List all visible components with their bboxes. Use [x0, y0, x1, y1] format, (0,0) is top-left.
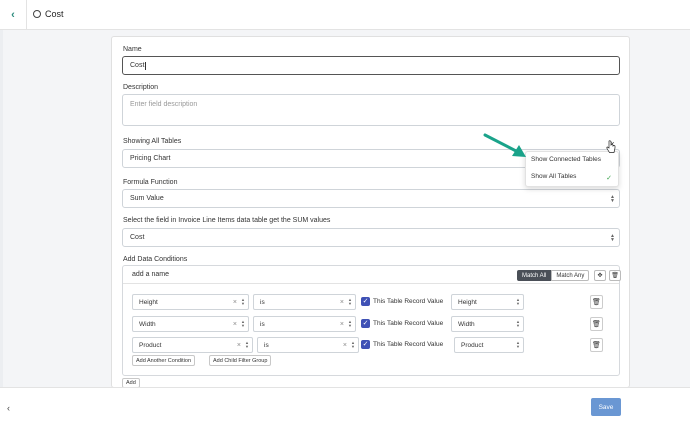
- condition-value: Height: [458, 298, 477, 306]
- condition-row: Width × ▲ ▼ is × ▲ ▼ ✓ This Table Record Value …: [132, 316, 612, 332]
- menu-item-connected-tables[interactable]: Show Connected Tables: [531, 156, 601, 163]
- add-child-group-button[interactable]: Add Child Filter Group: [209, 355, 272, 366]
- sum-field-select-value: Cost: [130, 234, 145, 241]
- condition-operator-select[interactable]: is × ▲ ▼: [253, 316, 356, 332]
- condition-field-select[interactable]: Width × ▲ ▼: [132, 316, 249, 332]
- record-value-checkbox[interactable]: ✓ This Table Record Value: [361, 340, 443, 349]
- condition-field-select[interactable]: Product × ▲ ▼: [132, 337, 253, 353]
- clear-icon[interactable]: ×: [340, 321, 344, 328]
- move-icon[interactable]: ✥: [594, 270, 606, 281]
- select-arrows-icon: ▲ ▼: [241, 297, 245, 306]
- condition-value-select[interactable]: Product ▲ ▼: [454, 337, 524, 353]
- select-arrows-icon: ▲ ▼: [516, 319, 520, 328]
- save-button[interactable]: Save: [591, 398, 621, 416]
- condition-operator-select[interactable]: is × ▲ ▼: [257, 337, 359, 353]
- back-button[interactable]: ‹: [0, 0, 27, 30]
- delete-condition-icon[interactable]: 🗑: [590, 317, 603, 331]
- formula-select[interactable]: Sum Value ▲ ▼: [122, 189, 620, 208]
- title-area: Cost: [33, 9, 64, 19]
- tables-label: Showing All Tables: [123, 138, 182, 145]
- select-arrows-icon: ▲ ▼: [610, 232, 615, 243]
- conditions-label: Add Data Conditions: [123, 256, 188, 263]
- conditions-group: add a name Match All Match Any ✥ 🗑 Heigh…: [122, 265, 621, 376]
- condition-field-value: Height: [139, 298, 158, 306]
- chevron-left-icon: ‹: [11, 9, 15, 21]
- field-editor-panel: Name Cost Description Enter field descri…: [111, 36, 630, 388]
- footer-bar: ‹ Save: [0, 387, 690, 426]
- name-label: Name: [123, 46, 142, 53]
- condition-value: Product: [461, 341, 484, 349]
- description-label: Description: [123, 84, 159, 91]
- record-value-label: This Table Record Value: [373, 320, 444, 327]
- chevron-left-icon: ‹: [7, 402, 10, 413]
- annotation-arrow-icon: [483, 133, 526, 157]
- select-arrows-icon: ▲ ▼: [610, 193, 615, 204]
- record-value-checkbox[interactable]: ✓ This Table Record Value: [361, 319, 443, 328]
- tables-dropdown-menu: Show Connected Tables Show All Tables ✓: [525, 151, 619, 187]
- page-title: Cost: [45, 9, 64, 19]
- condition-operator-value: is: [260, 298, 265, 306]
- hand-cursor-icon: [606, 140, 616, 153]
- select-arrows-icon: ▲ ▼: [245, 340, 249, 349]
- select-arrows-icon: ▲ ▼: [516, 340, 520, 349]
- condition-field-select[interactable]: Height × ▲ ▼: [132, 294, 249, 310]
- check-icon: ✓: [606, 175, 612, 182]
- name-input[interactable]: Cost: [122, 56, 620, 75]
- description-placeholder: Enter field description: [130, 101, 198, 108]
- condition-value: Width: [458, 320, 475, 328]
- add-condition-button[interactable]: Add Another Condition: [132, 355, 196, 366]
- formula-label: Formula Function: [123, 179, 178, 186]
- status-circle-icon: [33, 10, 41, 18]
- formula-select-value: Sum Value: [130, 195, 164, 202]
- condition-row: Product × ▲ ▼ is × ▲ ▼ ✓ This Table Record Valu…: [132, 337, 612, 353]
- checkbox-checked-icon: ✓: [361, 319, 370, 328]
- sum-field-label: Select the field in Invoice Line Items d…: [123, 217, 331, 224]
- condition-field-value: Product: [139, 341, 162, 349]
- condition-operator-select[interactable]: is × ▲ ▼: [253, 294, 356, 310]
- select-arrows-icon: ▲ ▼: [516, 297, 520, 306]
- sum-field-select[interactable]: Cost ▲ ▼: [122, 228, 620, 247]
- delete-condition-icon[interactable]: 🗑: [590, 295, 603, 309]
- checkbox-checked-icon: ✓: [361, 340, 370, 349]
- condition-value-select[interactable]: Width ▲ ▼: [451, 316, 524, 332]
- condition-row: Height × ▲ ▼ is × ▲ ▼ ✓ This Table Record Value…: [132, 294, 612, 310]
- text-cursor: [145, 61, 147, 70]
- left-strip: [0, 30, 3, 390]
- condition-operator-value: is: [260, 320, 265, 328]
- record-value-label: This Table Record Value: [373, 341, 444, 348]
- menu-item-all-tables[interactable]: Show All Tables: [531, 173, 576, 180]
- clear-icon[interactable]: ×: [237, 342, 241, 349]
- name-input-value: Cost: [130, 62, 145, 69]
- match-any-button[interactable]: Match Any: [551, 270, 590, 281]
- record-value-label: This Table Record Value: [373, 298, 444, 305]
- description-textarea[interactable]: Enter field description: [122, 94, 620, 126]
- delete-condition-icon[interactable]: 🗑: [590, 338, 603, 352]
- checkbox-checked-icon: ✓: [361, 297, 370, 306]
- match-all-button[interactable]: Match All: [517, 270, 552, 281]
- collapse-button[interactable]: ‹: [0, 388, 17, 426]
- match-toggle: Match All Match Any: [517, 270, 590, 281]
- select-arrows-icon: ▲ ▼: [348, 297, 352, 306]
- clear-icon[interactable]: ×: [343, 342, 347, 349]
- select-arrows-icon: ▲ ▼: [348, 319, 352, 328]
- clear-icon[interactable]: ×: [233, 299, 237, 306]
- condition-value-select[interactable]: Height ▲ ▼: [451, 294, 524, 310]
- tables-select-value: Pricing Chart: [130, 155, 171, 162]
- conditions-header: add a name Match All Match Any ✥ 🗑: [123, 266, 621, 284]
- record-value-checkbox[interactable]: ✓ This Table Record Value: [361, 297, 443, 306]
- clear-icon[interactable]: ×: [233, 321, 237, 328]
- select-arrows-icon: ▲ ▼: [241, 319, 245, 328]
- group-name[interactable]: add a name: [132, 271, 169, 278]
- condition-field-value: Width: [139, 320, 156, 328]
- top-bar: ‹ Cost: [0, 0, 690, 30]
- delete-group-icon[interactable]: 🗑: [609, 270, 621, 281]
- select-arrows-icon: ▲ ▼: [351, 340, 355, 349]
- condition-operator-value: is: [264, 341, 269, 349]
- clear-icon[interactable]: ×: [340, 299, 344, 306]
